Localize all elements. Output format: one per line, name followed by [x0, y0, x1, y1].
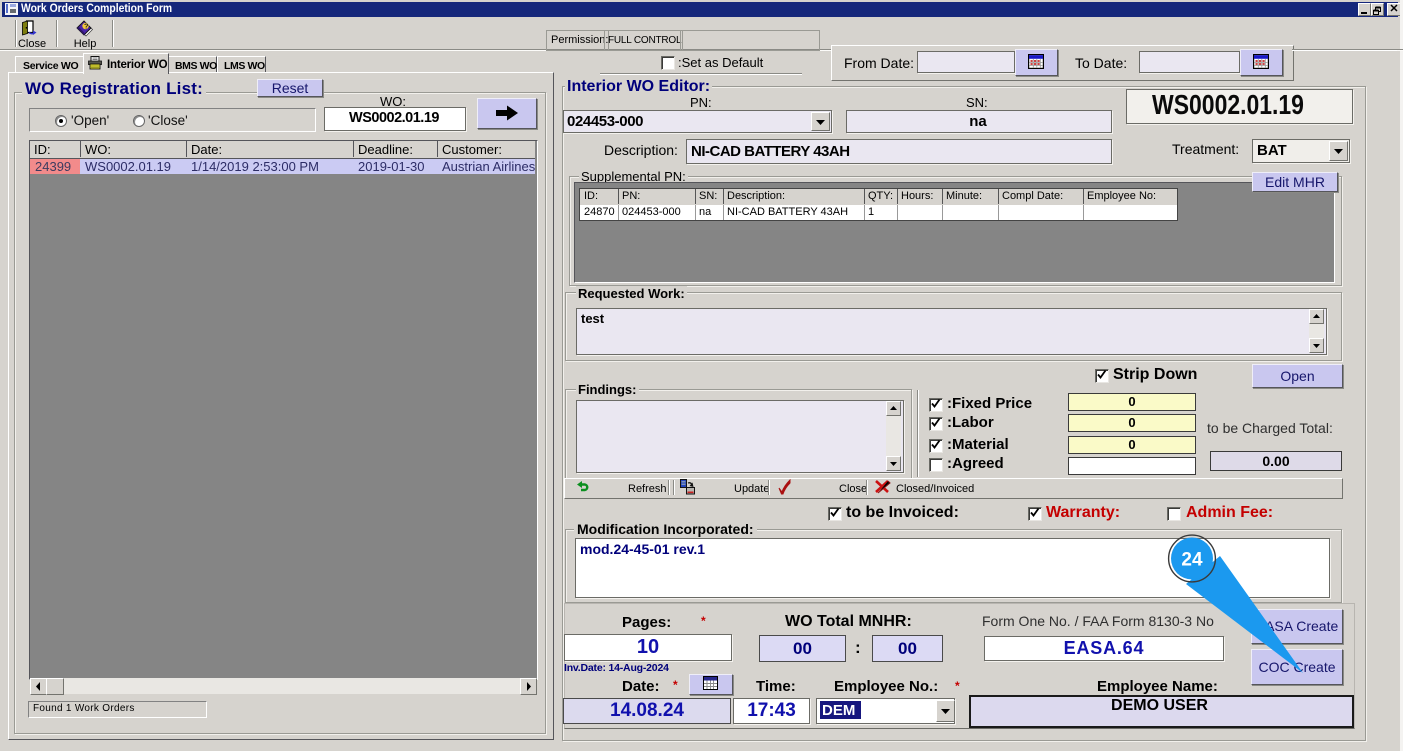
svg-text:24: 24	[1181, 550, 1203, 571]
svg-text:?: ?	[84, 22, 89, 31]
